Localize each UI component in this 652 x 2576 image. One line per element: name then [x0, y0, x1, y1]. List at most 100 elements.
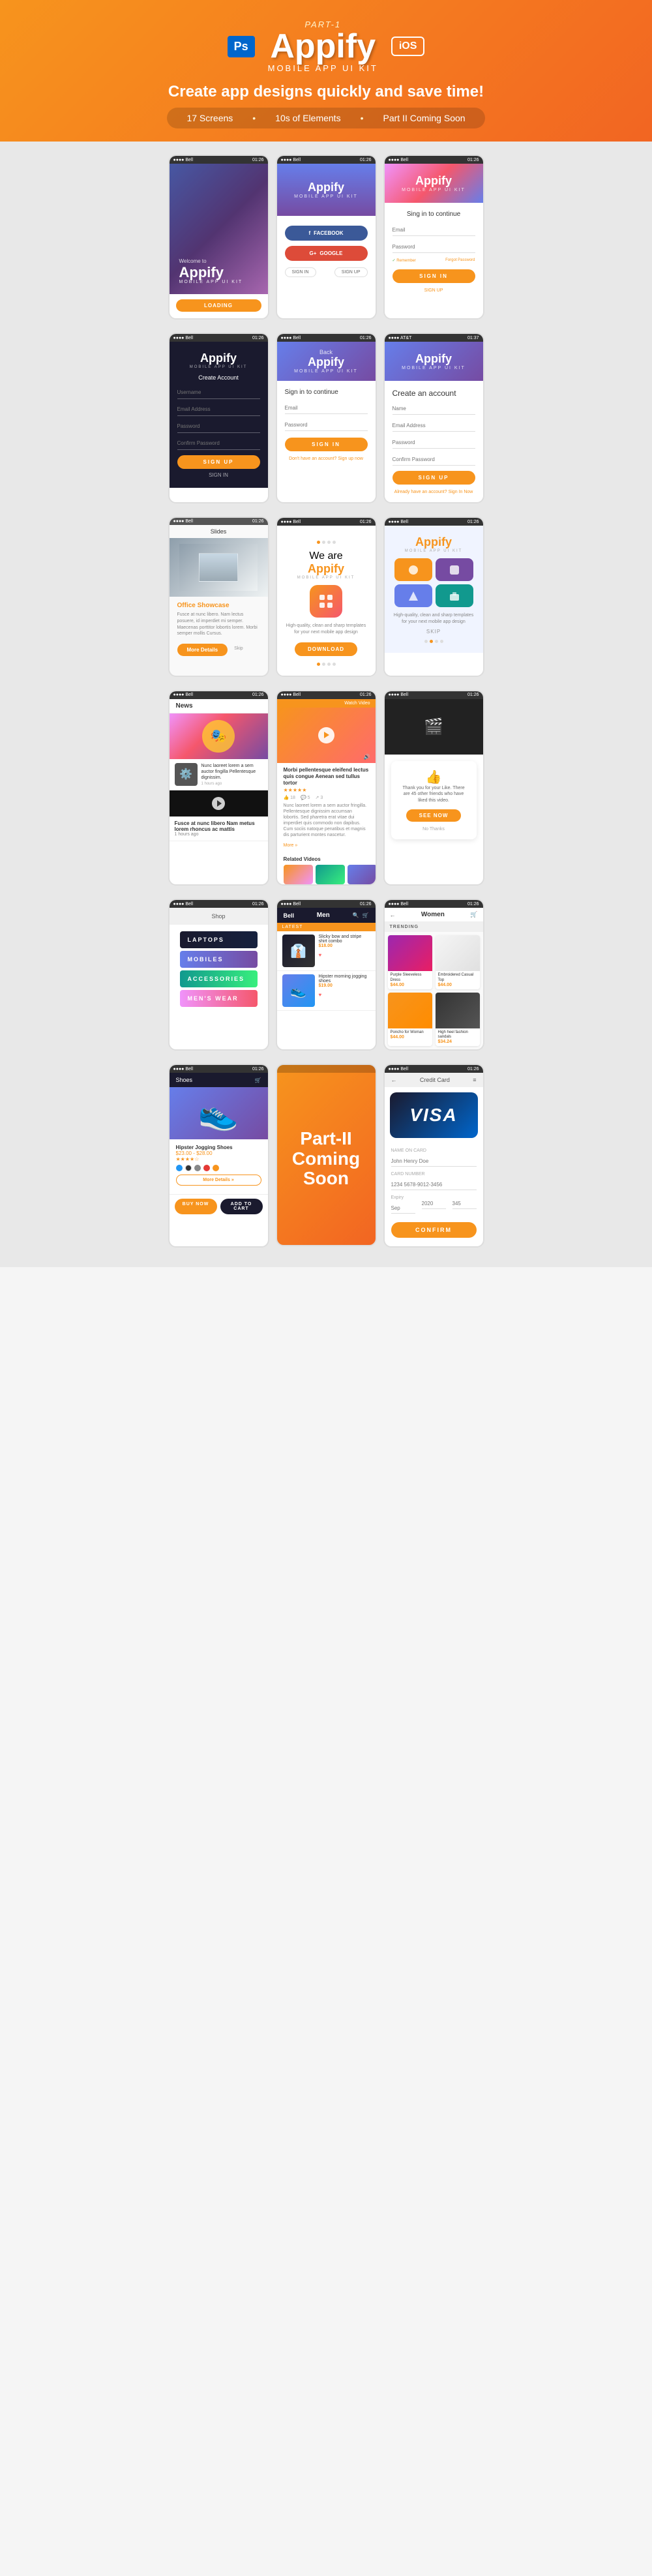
email-input-2[interactable] [177, 403, 260, 416]
color-blue[interactable] [176, 1165, 183, 1171]
like-count[interactable]: 👍 18 [284, 795, 295, 800]
ios-badge: iOS [391, 37, 425, 56]
poncho-name: Poncho for Woman [391, 1030, 430, 1035]
related-thumb-1[interactable] [284, 865, 313, 884]
signup-button[interactable]: SIGN UP [424, 288, 443, 293]
women-actions: 🛒 [470, 911, 477, 918]
news-header: News [170, 699, 268, 713]
color-red[interactable] [203, 1165, 210, 1171]
password-input[interactable] [393, 241, 475, 253]
cart-icon-women[interactable]: 🛒 [470, 911, 477, 918]
sign-in-light-button[interactable]: SIGN IN [285, 438, 368, 451]
password-input-light[interactable] [285, 419, 368, 431]
women-screen: ●●●● Bell 01:26 ← Women 🛒 TRENDING Purpl… [383, 899, 484, 1051]
feature-dot-2: • [361, 113, 364, 123]
signin-brand: Appify [415, 174, 452, 188]
signup-now-link[interactable]: Sign up now [338, 457, 363, 461]
women-product-2[interactable]: Embroidered Casual Top $44.00 [436, 935, 480, 989]
related-thumb-2[interactable] [316, 865, 345, 884]
search-icon-mens[interactable]: 🔍 [353, 912, 359, 918]
signin-tab[interactable]: SIGN IN [285, 267, 316, 277]
share-count[interactable]: ↗ 3 [316, 795, 323, 800]
onboarding-icon [310, 585, 342, 618]
google-login-button[interactable]: G+ GOOGLE [285, 246, 368, 261]
women-product-3[interactable]: Poncho for Woman $44.00 [388, 993, 432, 1046]
facebook-login-button[interactable]: f FACEBOOK [285, 226, 368, 241]
remember-checkbox[interactable]: ✓ Remember [393, 258, 416, 263]
password-input-3[interactable] [393, 437, 475, 449]
color-gray[interactable] [194, 1165, 201, 1171]
signin-light-brand: Appify [308, 355, 344, 369]
password-input-2[interactable] [177, 420, 260, 433]
women-product-1[interactable]: Purple Sleeveless Dress $44.00 [388, 935, 432, 989]
product-1-heart[interactable]: ♥ [319, 952, 322, 958]
poncho-image [388, 993, 432, 1028]
sign-in-button[interactable]: SIGN IN [393, 269, 475, 283]
color-black[interactable] [185, 1165, 192, 1171]
cart-icon-mens[interactable]: 🛒 [363, 912, 369, 918]
username-input[interactable] [177, 386, 260, 399]
cc-menu-icon[interactable]: ≡ [473, 1077, 476, 1083]
onboarding-white-body: We are Appify MOBILE APP UI KIT High-qua… [277, 526, 376, 676]
heel-name: High heel fashion sandals [438, 1030, 477, 1040]
signup-tab[interactable]: SIGN UP [334, 267, 368, 277]
related-thumb-3[interactable] [348, 865, 377, 884]
play-button[interactable] [318, 727, 334, 743]
mens-product-1: 👔 Slicky bow and stripe shirt combo $18.… [277, 931, 376, 971]
slides-text: Office Showcase Fusce at nunc libero. Na… [170, 597, 268, 661]
no-account-text: Don't have an account? Sign up now [285, 457, 368, 461]
skip-button[interactable]: SKIP [391, 629, 477, 635]
like-status-bar: ●●●● Bell 01:26 [385, 691, 483, 699]
confirm-password-input-2[interactable] [393, 454, 475, 466]
video-description: Nunc laoreet lorem a sem auctor fringill… [284, 803, 369, 839]
back-button[interactable]: Back [319, 349, 333, 355]
laptops-category[interactable]: LAPTOPS [180, 931, 258, 948]
signin-link-dark[interactable]: SIGN IN [209, 472, 228, 478]
news-screen: ●●●● Bell 01:26 News 🎭 ⚙️ Nunc laoreet l… [168, 690, 269, 886]
sign-up-white-button[interactable]: SIGN UP [393, 471, 475, 485]
back-icon-women[interactable]: ← [390, 912, 396, 918]
signin-kit: MOBILE APP UI KIT [402, 188, 466, 192]
slides-screen: ●●●● Bell 01:26 Slides Office Showcase F… [168, 517, 269, 677]
cc-back-icon[interactable]: ← [391, 1077, 397, 1083]
mobiles-category[interactable]: MOBILES [180, 951, 258, 968]
volume-icon[interactable]: 🔊 [364, 754, 370, 760]
name-input[interactable] [393, 403, 475, 415]
women-product-4[interactable]: High heel fashion sandals $34.24 [436, 993, 480, 1046]
expiry-month-input[interactable] [391, 1203, 415, 1214]
email-input-3[interactable] [393, 420, 475, 432]
email-input-light[interactable] [285, 402, 368, 414]
signin-light-screen: ●●●● Bell 01:26 Back Appify MOBILE APP U… [276, 333, 377, 503]
shoes-cart-icon[interactable]: 🛒 [255, 1077, 261, 1083]
confirm-payment-button[interactable]: CONFIRM [391, 1222, 477, 1238]
more-details-button[interactable]: More Details [177, 644, 228, 656]
no-thanks-link[interactable]: No Thanks [399, 827, 469, 831]
download-button[interactable]: DOWNLOAD [295, 642, 357, 656]
skip-link[interactable]: Skip [234, 646, 243, 651]
ca-kit: MOBILE APP UI KIT [177, 365, 260, 369]
buy-now-button[interactable]: BUY NOW [175, 1199, 217, 1214]
sign-up-button-dark[interactable]: SIGN UP [177, 455, 260, 469]
cardholder-name-input[interactable] [391, 1156, 477, 1167]
create-account-white-header: Appify MOBILE APP UI KIT [385, 342, 483, 381]
cvv-input[interactable] [452, 1199, 477, 1209]
header-logo-area: PART-1 Appify MOBILE APP UI KIT [268, 20, 378, 73]
product-2-heart[interactable]: ♥ [319, 992, 322, 998]
accessories-category[interactable]: ACCESSORIES [180, 970, 258, 987]
comment-count[interactable]: 💬 5 [301, 795, 310, 800]
product-2-price: $19.00 [319, 983, 370, 988]
color-orange[interactable] [213, 1165, 219, 1171]
add-to-cart-button[interactable]: ADD TO CART [220, 1199, 263, 1214]
video-stats: 👍 18 💬 5 ↗ 3 [284, 795, 369, 800]
email-input[interactable] [393, 224, 475, 236]
more-details-button-2[interactable]: More Details » [176, 1175, 261, 1186]
expiry-year-input[interactable] [422, 1199, 446, 1209]
card-number-input[interactable] [391, 1180, 477, 1190]
forgot-password-link[interactable]: Forgot Password [445, 258, 475, 263]
read-more-link[interactable]: More » [284, 843, 298, 848]
mens-wear-category[interactable]: MEN'S WEAR [180, 990, 258, 1007]
see-now-button[interactable]: SEE NOW [406, 809, 462, 822]
confirm-password-input[interactable] [177, 437, 260, 450]
loading-button[interactable]: LOADING [176, 299, 261, 312]
sign-in-now-link[interactable]: Sign In Now [449, 490, 473, 494]
